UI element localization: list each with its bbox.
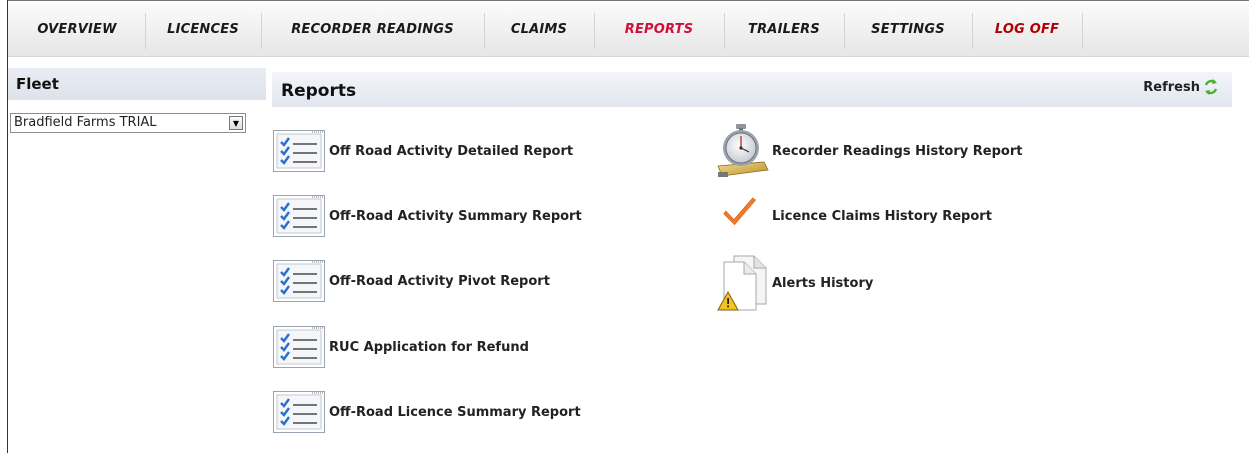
report-label[interactable]: Recorder Readings History Report — [772, 144, 1022, 159]
nav-settings[interactable]: SETTINGS — [849, 3, 967, 57]
checklist-icon — [273, 326, 325, 368]
nav-licences[interactable]: LICENCES — [150, 3, 256, 57]
nav-separator — [724, 13, 725, 49]
nav-log-off[interactable]: LOG OFF — [977, 3, 1077, 57]
report-label[interactable]: Off-Road Activity Pivot Report — [329, 274, 550, 289]
report-licence-claims-history[interactable]: Licence Claims History Report — [716, 195, 992, 237]
report-ruc-application-refund[interactable]: RUC Application for Refund — [273, 326, 529, 368]
nav-separator — [1082, 13, 1083, 49]
refresh-icon — [1204, 79, 1218, 95]
report-off-road-activity-detailed[interactable]: Off Road Activity Detailed Report — [273, 130, 573, 172]
report-alerts-history[interactable]: Alerts History — [716, 254, 873, 312]
fleet-select[interactable]: Bradfield Farms TRIAL ▼ — [10, 113, 246, 133]
report-label[interactable]: Alerts History — [772, 276, 873, 291]
report-label[interactable]: Off-Road Licence Summary Report — [329, 405, 581, 420]
nav-trailers[interactable]: TRAILERS — [729, 3, 839, 57]
fleet-panel-title: Fleet — [8, 68, 266, 100]
checkmark-icon — [723, 197, 757, 226]
checklist-icon — [273, 130, 325, 172]
warning-document-icon — [717, 255, 767, 311]
refresh-button[interactable]: Refresh — [1143, 79, 1218, 95]
report-label[interactable]: RUC Application for Refund — [329, 340, 529, 355]
report-off-road-licence-summary[interactable]: Off-Road Licence Summary Report — [273, 391, 581, 433]
nav-reports[interactable]: REPORTS — [599, 3, 719, 57]
nav-recorder-readings[interactable]: RECORDER READINGS — [266, 3, 479, 57]
nav-separator — [594, 13, 595, 49]
window-top-border — [7, 0, 1249, 1]
report-label[interactable]: Licence Claims History Report — [772, 209, 992, 224]
stopwatch-icon — [717, 124, 769, 177]
refresh-label: Refresh — [1143, 79, 1200, 95]
nav-separator — [972, 13, 973, 49]
nav-separator — [484, 13, 485, 49]
nav-separator — [261, 13, 262, 49]
reports-title: Reports — [281, 81, 357, 101]
report-label[interactable]: Off Road Activity Detailed Report — [329, 144, 573, 159]
fleet-select-value: Bradfield Farms TRIAL — [14, 115, 157, 130]
nav-separator — [844, 13, 845, 49]
dropdown-arrow-icon[interactable]: ▼ — [229, 116, 243, 130]
checklist-icon — [273, 260, 325, 302]
top-navigation: OVERVIEW LICENCES RECORDER READINGS CLAI… — [8, 3, 1249, 57]
report-recorder-readings-history[interactable]: Recorder Readings History Report — [716, 122, 1022, 180]
checklist-icon — [273, 391, 325, 433]
report-off-road-activity-pivot[interactable]: Off-Road Activity Pivot Report — [273, 260, 550, 302]
reports-panel-header: Reports Refresh — [272, 72, 1232, 107]
report-label[interactable]: Off-Road Activity Summary Report — [329, 209, 582, 224]
checklist-icon — [273, 195, 325, 237]
report-off-road-activity-summary[interactable]: Off-Road Activity Summary Report — [273, 195, 582, 237]
nav-separator — [145, 13, 146, 49]
nav-overview[interactable]: OVERVIEW — [14, 3, 140, 57]
nav-claims[interactable]: CLAIMS — [489, 3, 589, 57]
